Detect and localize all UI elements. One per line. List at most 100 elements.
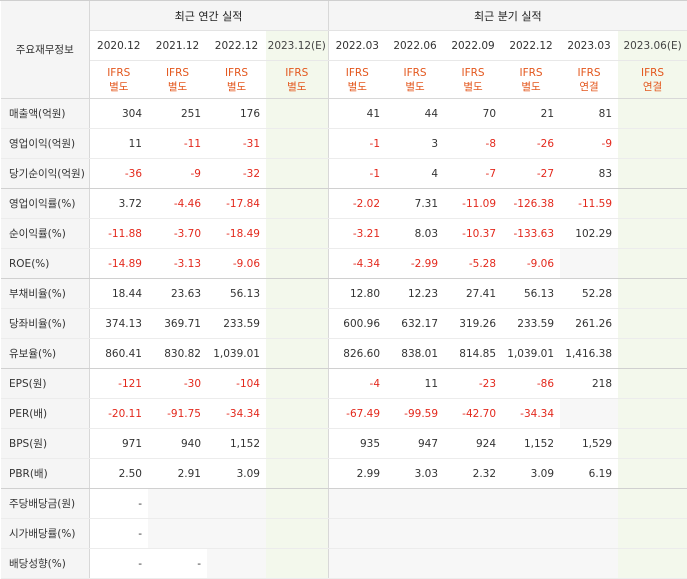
consolidation-type-label: 별도 — [287, 80, 307, 93]
table-row: 시가배당률(%) - — [1, 518, 687, 549]
table-cell: -99.59 — [386, 398, 445, 429]
table-cell: - — [148, 548, 207, 579]
period-header: 2022.03 — [327, 30, 387, 61]
table-cell: -20.11 — [89, 398, 148, 429]
table-row: PBR(배) 2.50 2.91 3.09 2.99 3.03 2.32 3.09 6.19 — [1, 458, 687, 489]
accounting-standard-header: IFRS 별도 — [89, 60, 148, 99]
row-label: 유보율(%) — [1, 338, 90, 369]
row-label: 당좌비율(%) — [1, 308, 90, 339]
table-cell — [560, 248, 619, 279]
table-cell: 11 — [89, 128, 148, 159]
ifrs-label: IFRS — [107, 66, 131, 79]
table-cell: -2.02 — [327, 188, 387, 219]
period-header: 2023.12(E) — [266, 30, 329, 61]
table-cell: 2.91 — [148, 458, 207, 489]
table-cell: 44 — [386, 98, 445, 129]
financial-summary-table: 주요재무정보 최근 연간 실적 최근 분기 실적 2020.12 2021.12 2… — [1, 1, 687, 579]
table-cell: 233.59 — [207, 308, 266, 339]
row-label: 부채비율(%) — [1, 278, 90, 309]
accounting-standard-header: IFRS 연결 — [560, 60, 619, 99]
table-cell: 18.44 — [89, 278, 148, 309]
table-cell: 860.41 — [89, 338, 148, 369]
table-cell: 261.26 — [560, 308, 619, 339]
table-cell: -26 — [502, 128, 561, 159]
table-cell: -7 — [444, 158, 503, 189]
table-row: 순이익률(%) -11.88 -3.70 -18.49 -3.21 8.03 -10.37-… — [1, 218, 687, 249]
table-cell: 600.96 — [327, 308, 387, 339]
table-cell — [207, 518, 266, 549]
table-row: 당기순이익(억원) -36 -9 -32 -1 4 -7 -27 83 — [1, 158, 687, 189]
table-cell: -10.37 — [444, 218, 503, 249]
table-cell — [618, 428, 687, 459]
table-cell — [266, 548, 329, 579]
table-row: 매출액(억원) 304 251 176 41 44 70 21 81 — [1, 98, 687, 129]
table-cell: -9 — [148, 158, 207, 189]
table-cell: 1,039.01 — [502, 338, 561, 369]
table-cell: - — [89, 488, 148, 519]
table-cell: 233.59 — [502, 308, 561, 339]
table-cell: -11.09 — [444, 188, 503, 219]
period-header: 2022.12 — [207, 30, 266, 61]
table-cell: 251 — [148, 98, 207, 129]
table-row: 부채비율(%) 18.44 23.63 56.13 12.80 12.23 27.41 56.… — [1, 278, 687, 309]
table-cell: -9.06 — [502, 248, 561, 279]
table-cell: -11.59 — [560, 188, 619, 219]
consolidation-type-label: 별도 — [347, 80, 367, 93]
table-cell: -23 — [444, 368, 503, 399]
table-cell — [386, 548, 445, 579]
table-cell: 23.63 — [148, 278, 207, 309]
table-cell: - — [89, 518, 148, 549]
table-row: 당좌비율(%) 374.13 369.71 233.59 600.96 632.17 319… — [1, 308, 687, 339]
consolidation-type-label: 별도 — [521, 80, 541, 93]
table-row: 영업이익(억원) 11 -11 -31 -1 3 -8 -26 -9 — [1, 128, 687, 159]
table-cell: -126.38 — [502, 188, 561, 219]
row-label: ROE(%) — [1, 248, 90, 279]
table-cell: 27.41 — [444, 278, 503, 309]
accounting-standard-header: IFRS 별도 — [444, 60, 503, 99]
table-cell: - — [89, 548, 148, 579]
row-label: 배당성향(%) — [1, 548, 90, 579]
table-cell: -104 — [207, 368, 266, 399]
table-cell — [148, 518, 207, 549]
table-cell: 70 — [444, 98, 503, 129]
row-label: 영업이익(억원) — [1, 128, 90, 159]
period-header: 2022.12 — [502, 30, 561, 61]
table-cell: 102.29 — [560, 218, 619, 249]
table-cell: 4 — [386, 158, 445, 189]
table-cell: -11.88 — [89, 218, 148, 249]
period-header: 2023.03 — [560, 30, 619, 61]
table-cell: -4.34 — [327, 248, 387, 279]
table-cell: 81 — [560, 98, 619, 129]
table-cell — [266, 338, 329, 369]
table-cell: -91.75 — [148, 398, 207, 429]
table-row: BPS(원) 971 940 1,152 935 947 924 1,152 1,529 — [1, 428, 687, 459]
table-cell — [560, 488, 619, 519]
accounting-standard-header: IFRS 별도 — [148, 60, 207, 99]
consolidation-type-label: 연결 — [642, 80, 663, 93]
table-row: 유보율(%) 860.41 830.82 1,039.01 826.60 838.01 81… — [1, 338, 687, 369]
table-cell — [148, 488, 207, 519]
table-cell: 21 — [502, 98, 561, 129]
row-label: PER(배) — [1, 398, 90, 429]
table-cell: 3.09 — [502, 458, 561, 489]
table-cell: -17.84 — [207, 188, 266, 219]
row-label: 당기순이익(억원) — [1, 158, 90, 189]
table-cell: 1,416.38 — [560, 338, 619, 369]
table-cell — [327, 548, 387, 579]
ifrs-label: IFRS — [403, 66, 427, 79]
table-cell: -67.49 — [327, 398, 387, 429]
table-cell: -11 — [148, 128, 207, 159]
consolidation-type-label: 연결 — [579, 80, 599, 93]
ifrs-label: IFRS — [461, 66, 485, 79]
period-header: 2023.06(E) — [618, 30, 687, 61]
table-cell: 3.72 — [89, 188, 148, 219]
table-cell — [444, 518, 503, 549]
period-header: 2020.12 — [89, 30, 148, 61]
accounting-standard-header: IFRS 별도 — [327, 60, 387, 99]
consolidation-type-label: 별도 — [226, 80, 247, 93]
accounting-standard-header: IFRS 별도 — [266, 60, 329, 99]
table-cell: 176 — [207, 98, 266, 129]
table-cell — [266, 368, 329, 399]
row-label: EPS(원) — [1, 368, 90, 399]
table-cell: 1,039.01 — [207, 338, 266, 369]
